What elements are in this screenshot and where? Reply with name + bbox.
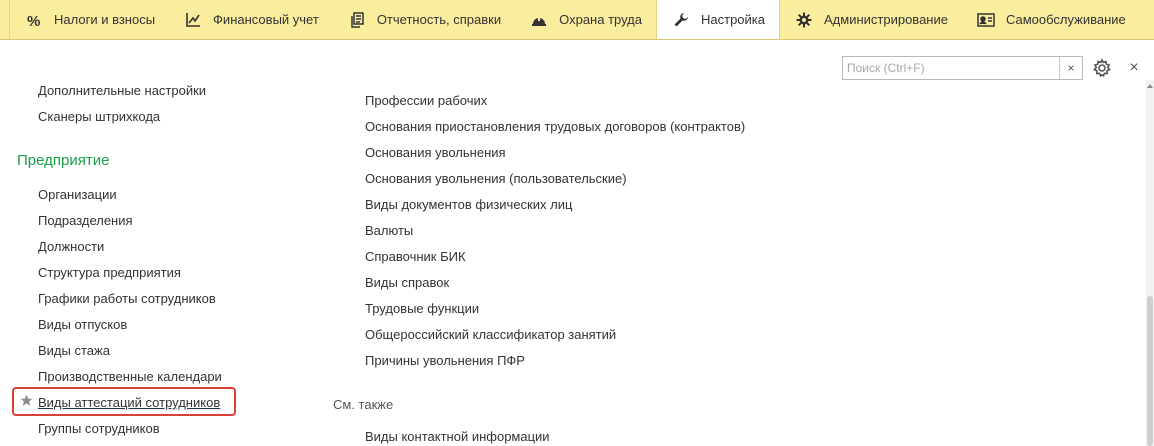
- link-currencies[interactable]: Валюты: [365, 223, 413, 238]
- link-contact-info-types[interactable]: Виды контактной информации: [365, 429, 550, 444]
- scroll-up-arrow-icon[interactable]: [1146, 82, 1154, 90]
- section-taxes[interactable]: % Налоги и взносы: [10, 0, 169, 39]
- gear-icon: [1093, 58, 1111, 78]
- link-certificate-types[interactable]: Виды справок: [365, 275, 449, 290]
- link-additional-settings[interactable]: Дополнительные настройки: [38, 83, 206, 98]
- section-reports[interactable]: Отчетность, справки: [333, 0, 515, 39]
- section-labor[interactable]: Охрана труда: [515, 0, 656, 39]
- link-organizations[interactable]: Организации: [38, 187, 117, 202]
- link-production-calendars[interactable]: Производственные календари: [38, 369, 222, 384]
- star-icon[interactable]: [20, 394, 33, 407]
- section-label: Администрирование: [824, 12, 948, 27]
- scrollbar-thumb[interactable]: [1147, 296, 1153, 446]
- close-button[interactable]: ×: [1125, 58, 1143, 78]
- percent-icon: %: [25, 11, 43, 29]
- wrench-icon: [672, 11, 690, 29]
- link-work-schedules[interactable]: Графики работы сотрудников: [38, 291, 216, 306]
- link-occupation-classifier[interactable]: Общероссийский классификатор занятий: [365, 327, 616, 342]
- link-positions[interactable]: Должности: [38, 239, 104, 254]
- search-input[interactable]: [843, 58, 1061, 78]
- link-employee-groups[interactable]: Группы сотрудников: [38, 421, 160, 436]
- documents-icon: [348, 11, 366, 29]
- section-label: Отчетность, справки: [376, 12, 502, 27]
- section-finance[interactable]: Финансовый учет: [169, 0, 333, 39]
- link-pfr-dismissal-reasons[interactable]: Причины увольнения ПФР: [365, 353, 525, 368]
- link-seniority-types[interactable]: Виды стажа: [38, 343, 110, 358]
- section-label: Самообслуживание: [1005, 12, 1126, 27]
- link-contract-suspension-reasons[interactable]: Основания приостановления трудовых догов…: [365, 119, 745, 134]
- link-dismissal-reasons[interactable]: Основания увольнения: [365, 145, 506, 160]
- svg-text:%: %: [27, 13, 40, 28]
- link-dismissal-reasons-custom[interactable]: Основания увольнения (пользовательские): [365, 171, 627, 186]
- id-card-icon: [977, 11, 995, 29]
- link-enterprise-structure[interactable]: Структура предприятия: [38, 265, 181, 280]
- section-label: Налоги и взносы: [54, 12, 156, 27]
- section-selfservice[interactable]: Самообслуживание: [962, 0, 1140, 39]
- search-clear-button[interactable]: ×: [1059, 57, 1082, 79]
- sections-panel-edge: [0, 0, 10, 39]
- search-box: ×: [842, 56, 1083, 80]
- link-bik-directory[interactable]: Справочник БИК: [365, 249, 466, 264]
- gear-icon: [795, 11, 813, 29]
- section-label: Финансовый учет: [213, 12, 319, 27]
- group-title-enterprise: Предприятие: [17, 152, 110, 169]
- section-admin[interactable]: Администрирование: [780, 0, 962, 39]
- section-label: Охрана труда: [559, 12, 642, 27]
- chart-axis-icon: [184, 11, 202, 29]
- see-also-title: См. также: [333, 397, 394, 412]
- settings-gear-button[interactable]: [1092, 58, 1112, 78]
- link-attestation-types[interactable]: Виды аттестаций сотрудников: [38, 395, 220, 410]
- link-worker-professions[interactable]: Профессии рабочих: [365, 93, 487, 108]
- section-label: Настройка: [701, 12, 765, 27]
- sections-panel: % Налоги и взносы Финансовый учет Отчетн…: [0, 0, 1154, 40]
- section-settings[interactable]: Настройка: [656, 0, 780, 39]
- link-departments[interactable]: Подразделения: [38, 213, 133, 228]
- link-vacation-types[interactable]: Виды отпусков: [38, 317, 127, 332]
- link-labor-functions[interactable]: Трудовые функции: [365, 301, 479, 316]
- link-id-document-types[interactable]: Виды документов физических лиц: [365, 197, 572, 212]
- hard-hat-icon: [530, 11, 548, 29]
- link-barcode-scanners[interactable]: Сканеры штрихкода: [38, 109, 160, 124]
